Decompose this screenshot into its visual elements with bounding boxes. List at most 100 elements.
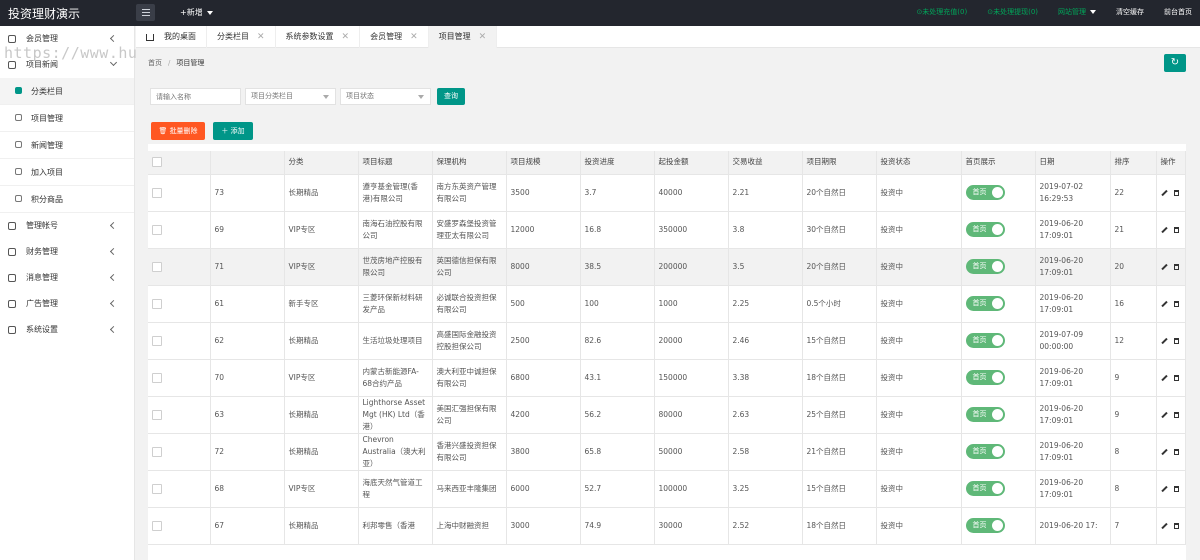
sidebar-item-2[interactable]: 分类栏目 — [0, 78, 134, 105]
home-display-toggle[interactable]: 首页 — [965, 259, 1005, 274]
query-button[interactable]: 查询 — [437, 88, 465, 105]
edit-icon[interactable] — [1160, 411, 1168, 418]
sidebar-item-8[interactable]: 财务管理 — [0, 239, 134, 265]
edit-icon[interactable] — [1160, 300, 1168, 307]
add-button[interactable]: ＋ 添加 — [213, 122, 253, 140]
delete-icon[interactable] — [1173, 374, 1179, 381]
row-checkbox[interactable] — [152, 409, 162, 420]
sidebar-item-11[interactable]: 系统设置 — [0, 317, 134, 343]
delete-icon[interactable] — [1173, 411, 1179, 418]
breadcrumb-home[interactable]: 首页 — [148, 59, 162, 67]
edit-icon[interactable] — [1160, 522, 1168, 529]
delete-icon[interactable] — [1173, 448, 1179, 455]
sidebar-item-7[interactable]: 管理帐号 — [0, 213, 134, 239]
table-row[interactable]: 72 长期精品 Chevron Australia（澳大利亚） 香港兴盛投资担保有限公… — [148, 433, 1186, 471]
delete-icon[interactable] — [1173, 485, 1179, 492]
home-display-toggle[interactable]: 首页 — [965, 444, 1005, 459]
close-icon[interactable]: ✕ — [257, 26, 265, 48]
delete-icon[interactable] — [1173, 189, 1179, 196]
row-checkbox[interactable] — [152, 335, 162, 346]
delete-icon[interactable] — [1173, 300, 1179, 307]
row-id: 71 — [210, 248, 285, 286]
status-select[interactable]: 项目状态 — [340, 88, 431, 105]
category-select[interactable]: 项目分类栏目 — [245, 88, 336, 105]
ad-icon — [8, 300, 16, 308]
home-display-toggle[interactable]: 首页 — [965, 481, 1005, 496]
sidebar-item-6[interactable]: 积分商品 — [0, 186, 134, 213]
top-link-1[interactable]: ⊙未处理提现(0) — [987, 7, 1038, 17]
home-display-toggle[interactable]: 首页 — [965, 407, 1005, 422]
row-checkbox[interactable] — [152, 446, 162, 457]
close-icon[interactable]: ✕ — [479, 26, 487, 48]
sidebar-item-10[interactable]: 广告管理 — [0, 291, 134, 317]
select-all-checkbox[interactable] — [152, 157, 162, 168]
edit-icon[interactable] — [1160, 448, 1168, 455]
top-link-0[interactable]: ⊙未处理充值(0) — [916, 7, 967, 17]
cell-ops — [1156, 211, 1186, 249]
tab-1[interactable]: 分类栏目 ✕ — [207, 26, 276, 48]
row-checkbox[interactable] — [152, 520, 162, 531]
cell-progress: 56.2 — [580, 396, 655, 434]
row-checkbox[interactable] — [152, 483, 162, 494]
row-checkbox[interactable] — [152, 224, 162, 235]
tab-0[interactable]: 我的桌面 — [136, 26, 207, 48]
cell-status: 投资中 — [876, 285, 962, 323]
edit-icon[interactable] — [1160, 263, 1168, 270]
tab-4[interactable]: 项目管理 ✕ — [428, 26, 498, 48]
top-link-2[interactable]: 网站管理 — [1058, 7, 1096, 17]
delete-icon[interactable] — [1173, 226, 1179, 233]
table-row[interactable]: 71 VIP专区 世茂房地产控股有限公司 英国德信担保有限公司 8000 38.5 2000… — [148, 248, 1186, 286]
row-checkbox[interactable] — [152, 298, 162, 309]
sidebar-item-3[interactable]: 项目管理 — [0, 105, 134, 132]
new-menu-button[interactable]: +新增 — [180, 7, 213, 18]
close-icon[interactable]: ✕ — [342, 26, 350, 48]
home-display-toggle[interactable]: 首页 — [965, 333, 1005, 348]
table-row[interactable]: 62 长期精品 生活垃圾处理项目 高盛国际金融投资控股担保公司 2500 82.6 2000… — [148, 322, 1186, 360]
delete-icon[interactable] — [1173, 263, 1179, 270]
table-row[interactable]: 67 长期精品 利邦零售（香港 上海中财融资担 3000 74.9 30000 2.52 18个… — [148, 507, 1186, 545]
batch-delete-button[interactable]: 🗑 批量删除 — [151, 122, 205, 140]
name-search-input[interactable] — [150, 88, 241, 105]
table-row[interactable]: 63 长期精品 Lighthorse Asset Mgt (HK) Ltd（香港）美… — [148, 396, 1186, 434]
row-checkbox[interactable] — [152, 261, 162, 272]
close-icon[interactable]: ✕ — [410, 26, 418, 48]
sidebar-item-4[interactable]: 新闻管理 — [0, 132, 134, 159]
cell-date: 2019-07-09 00:00:00 — [1035, 322, 1111, 360]
delete-icon[interactable] — [1173, 337, 1179, 344]
refresh-button[interactable]: ↻ — [1164, 54, 1186, 72]
cell-home-toggle: 首页 — [961, 433, 1036, 471]
cell-yield: 3.25 — [728, 470, 803, 508]
edit-icon[interactable] — [1160, 337, 1168, 344]
tab-3[interactable]: 会员管理 ✕ — [360, 26, 429, 48]
delete-icon[interactable] — [1173, 522, 1179, 529]
top-link-3[interactable]: 清空缓存 — [1116, 7, 1144, 17]
cell-sort: 16 — [1110, 285, 1157, 323]
home-display-toggle[interactable]: 首页 — [965, 185, 1005, 200]
table-row[interactable]: 61 新手专区 三菱环保新材料研发产品 必诚联合投资担保有限公司 500 100 1000 2… — [148, 285, 1186, 323]
menu-toggle-icon[interactable] — [136, 4, 155, 21]
tab-2[interactable]: 系统参数设置 ✕ — [276, 26, 361, 48]
edit-icon[interactable] — [1160, 374, 1168, 381]
home-display-toggle[interactable]: 首页 — [965, 370, 1005, 385]
home-display-toggle[interactable]: 首页 — [965, 518, 1005, 533]
sidebar-item-9[interactable]: 消息管理 — [0, 265, 134, 291]
table-row[interactable]: 68 VIP专区 海底天然气管道工程 马来西亚丰隆集团 6000 52.7 100000 3.… — [148, 470, 1186, 508]
edit-icon[interactable] — [1160, 226, 1168, 233]
sidebar-item-label: 会员管理 — [26, 34, 58, 43]
cell-ops — [1156, 507, 1186, 545]
cell-ops — [1156, 470, 1186, 508]
edit-icon[interactable] — [1160, 189, 1168, 196]
table-row[interactable]: 69 VIP专区 南海石油控股有限公司 安盛罗森堡投资管理亚太有限公司 12000 16.… — [148, 211, 1186, 249]
sidebar-item-5[interactable]: 加入项目 — [0, 159, 134, 186]
column-header: 项目规模 — [506, 151, 581, 175]
edit-icon[interactable] — [1160, 485, 1168, 492]
table-row[interactable]: 70 VIP专区 内蒙古新能源FA-68合约产品 澳大利亚中诚担保有限公司 6800 43… — [148, 359, 1186, 397]
home-display-toggle[interactable]: 首页 — [965, 296, 1005, 311]
sidebar: 会员管理 项目新闻 分类栏目 项目管理 新闻管理 加入项目 积分商品 管理帐号 财务管理 消息管理… — [0, 26, 135, 560]
home-display-toggle[interactable]: 首页 — [965, 222, 1005, 237]
row-checkbox[interactable] — [152, 187, 162, 198]
table-row[interactable]: 73 长期精品 遵亨基金管理(香港)有限公司 南方东英资产管理有限公司 3500 3.7 4… — [148, 174, 1186, 212]
row-checkbox[interactable] — [152, 372, 162, 383]
top-link-4[interactable]: 前台首页 — [1164, 7, 1192, 17]
cell-title: 遵亨基金管理(香港)有限公司 — [358, 174, 433, 212]
